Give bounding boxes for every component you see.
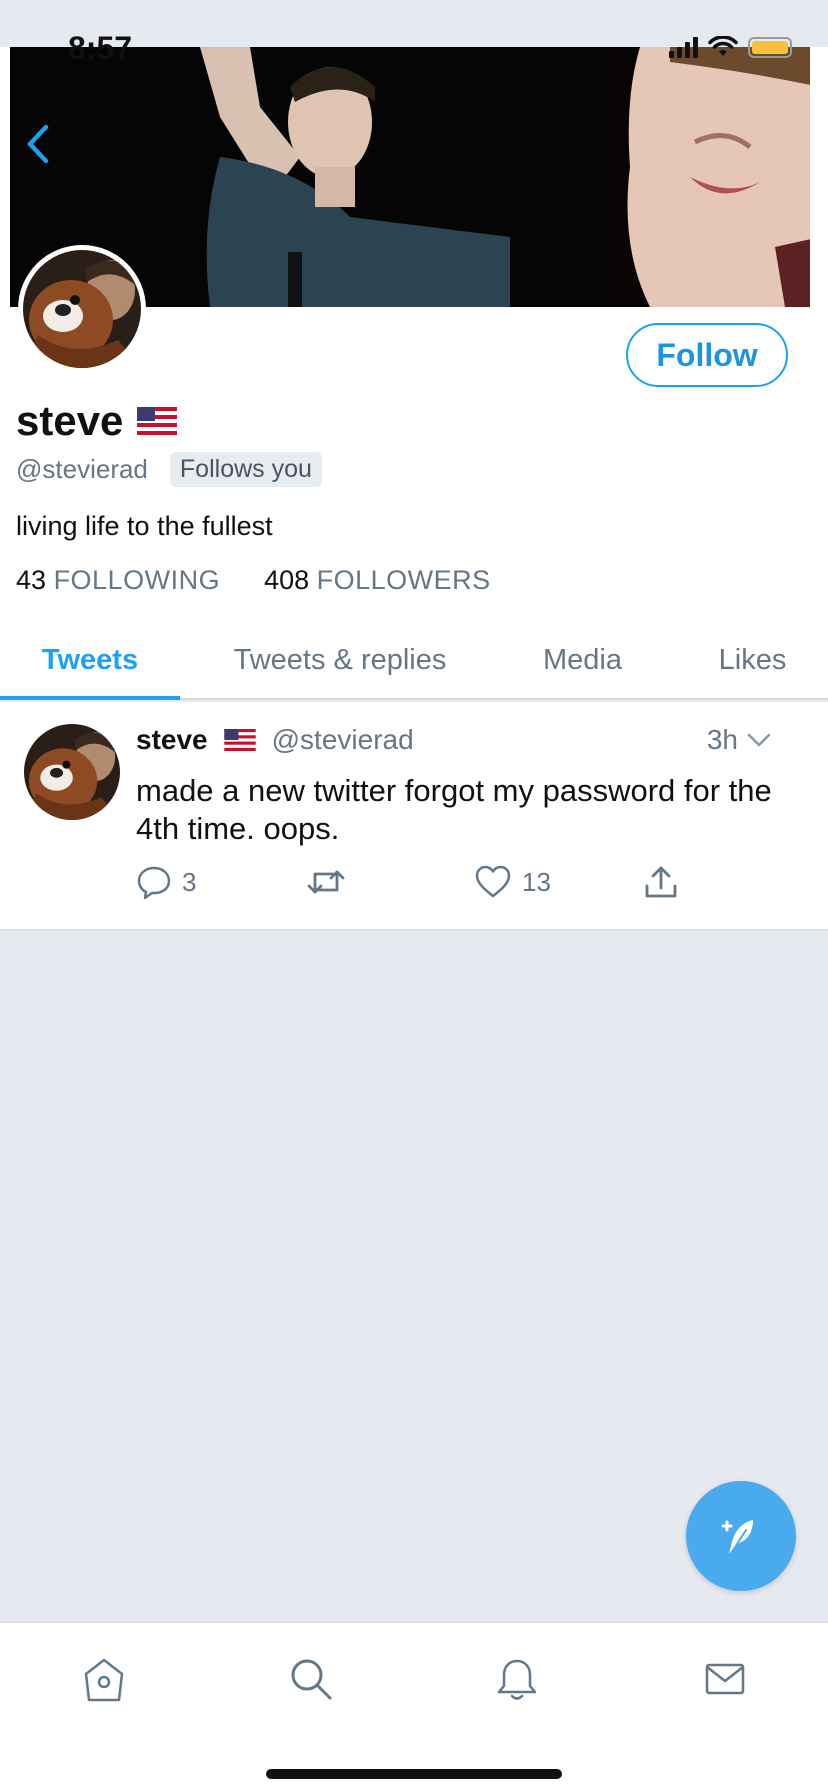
tab-tweets[interactable]: Tweets bbox=[0, 623, 180, 700]
tweet-timestamp: 3h bbox=[706, 724, 738, 755]
tweet-actions: 3 13 bbox=[136, 864, 696, 904]
speech-bubble-icon bbox=[137, 866, 171, 900]
nav-messages[interactable] bbox=[695, 1649, 755, 1709]
tweet-author-handle: @stevierad bbox=[271, 724, 414, 755]
reply-button[interactable]: 3 bbox=[136, 864, 196, 900]
profile-tabs: Tweets Tweets & replies Media Likes bbox=[0, 623, 828, 700]
reply-count: 3 bbox=[182, 866, 197, 897]
follow-counts: 43 FOLLOWING 408 FOLLOWERS bbox=[16, 565, 491, 596]
back-button[interactable] bbox=[18, 119, 58, 169]
bottom-nav-bar bbox=[0, 1622, 828, 1792]
avatar-image bbox=[23, 250, 141, 368]
feather-plus-icon bbox=[721, 1520, 753, 1554]
signal-icon bbox=[669, 36, 698, 58]
profile-avatar[interactable] bbox=[18, 245, 146, 373]
chevron-down-icon[interactable] bbox=[746, 731, 772, 749]
tweet-meta: 3h bbox=[707, 724, 772, 756]
tweet-card[interactable]: steve @stevierad 3h made a new twitter f… bbox=[0, 702, 828, 930]
home-icon bbox=[84, 1658, 124, 1702]
following-count: 43 bbox=[16, 565, 47, 595]
tab-tweets-and-replies[interactable]: Tweets & replies bbox=[210, 623, 470, 698]
tweet-avatar-image bbox=[24, 724, 120, 820]
follows-you-badge: Follows you bbox=[169, 452, 322, 487]
tweet-author-name[interactable]: steve bbox=[136, 724, 208, 756]
followers-label: FOLLOWERS bbox=[316, 565, 491, 595]
nav-notifications[interactable] bbox=[487, 1649, 547, 1709]
tab-media[interactable]: Media bbox=[520, 623, 645, 698]
like-count: 13 bbox=[522, 866, 551, 897]
bell-icon bbox=[497, 1659, 537, 1700]
profile-handle: @stevierad bbox=[16, 454, 148, 484]
handle-row: @stevierad Follows you bbox=[16, 452, 322, 487]
following-count-link[interactable]: 43 FOLLOWING bbox=[16, 565, 220, 596]
us-flag-icon bbox=[137, 407, 178, 435]
nav-search[interactable] bbox=[281, 1649, 341, 1709]
share-icon bbox=[645, 866, 677, 898]
tweet-text: made a new twitter forgot my password fo… bbox=[136, 773, 772, 846]
name-row: steve bbox=[16, 397, 178, 445]
follow-button[interactable]: Follow bbox=[626, 323, 788, 387]
followers-count: 408 bbox=[264, 565, 310, 595]
profile-display-name: steve bbox=[16, 397, 124, 444]
tweet-avatar[interactable] bbox=[24, 724, 120, 820]
banner-person-left bbox=[180, 47, 510, 307]
share-button[interactable] bbox=[644, 864, 678, 900]
home-indicator[interactable] bbox=[266, 1769, 562, 1779]
like-button[interactable]: 13 bbox=[474, 864, 551, 900]
status-bar: 8:57 bbox=[0, 0, 828, 66]
tab-likes[interactable]: Likes bbox=[700, 623, 805, 698]
profile-section: Follow steve @stevierad Follows you livi… bbox=[0, 245, 828, 700]
us-flag-icon bbox=[223, 729, 256, 751]
status-time: 8:57 bbox=[68, 30, 133, 66]
chevron-left-icon bbox=[27, 124, 49, 164]
banner-person-right bbox=[610, 47, 810, 307]
status-icons bbox=[669, 36, 792, 58]
retweet-icon bbox=[307, 870, 345, 894]
battery-icon bbox=[748, 36, 792, 58]
mail-icon bbox=[705, 1663, 745, 1695]
nav-home[interactable] bbox=[74, 1649, 134, 1709]
tweet-header: steve @stevierad 3h bbox=[136, 724, 800, 756]
heart-icon bbox=[475, 865, 511, 898]
profile-bio: living life to the fullest bbox=[16, 511, 273, 541]
retweet-button[interactable] bbox=[306, 864, 356, 900]
search-icon bbox=[291, 1659, 332, 1700]
wifi-icon bbox=[708, 36, 738, 56]
following-label: FOLLOWING bbox=[53, 565, 221, 595]
compose-tweet-button[interactable] bbox=[686, 1481, 796, 1591]
followers-count-link[interactable]: 408 FOLLOWERS bbox=[264, 565, 491, 596]
